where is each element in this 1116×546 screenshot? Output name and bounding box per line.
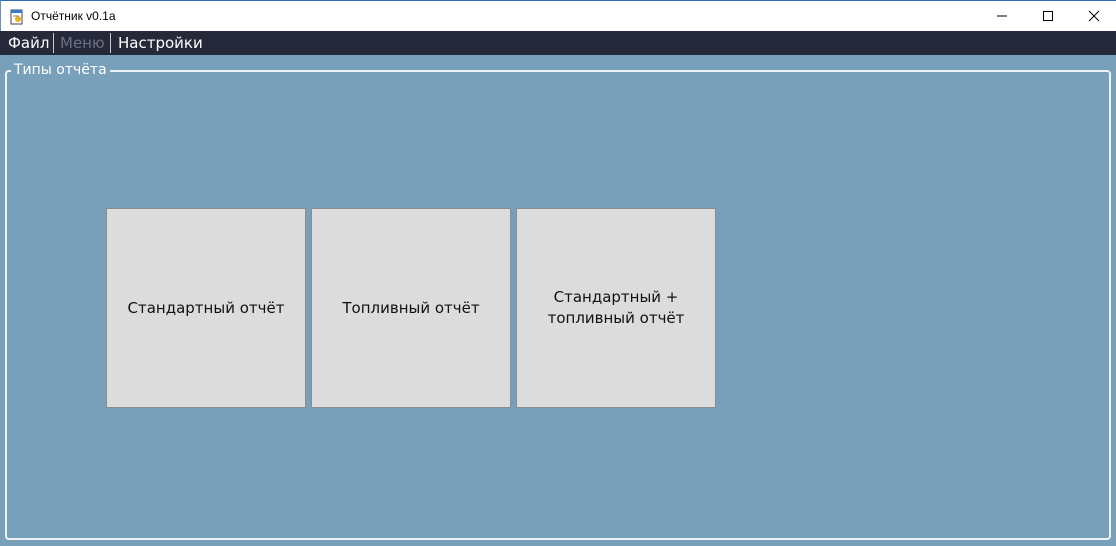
maximize-button[interactable]	[1025, 1, 1071, 31]
menu-settings[interactable]: Настройки	[118, 31, 203, 55]
fuel-report-label: Топливный отчёт	[342, 298, 480, 317]
title-bar[interactable]: Отчётник v0.1a	[0, 0, 1116, 31]
close-icon	[1088, 10, 1100, 22]
menu-separator	[53, 33, 54, 53]
report-types-group-title: Типы отчёта	[11, 62, 110, 78]
standard-report-label: Стандартный отчёт	[127, 298, 285, 317]
minimize-icon	[997, 15, 1007, 17]
standard-fuel-report-button[interactable]: Стандартный + топливный отчёт	[516, 208, 716, 408]
minimize-button[interactable]	[979, 1, 1025, 31]
menu-menu: Меню	[60, 34, 105, 52]
menu-separator	[110, 33, 111, 53]
menu-bar: Файл Меню Настройки	[0, 31, 1116, 55]
menu-file[interactable]: Файл	[8, 31, 49, 55]
notepad-app-icon	[10, 8, 24, 25]
window-title: Отчётник v0.1a	[31, 9, 116, 23]
fuel-report-button[interactable]: Топливный отчёт	[311, 208, 511, 408]
maximize-icon	[1043, 11, 1053, 21]
close-button[interactable]	[1071, 1, 1116, 31]
standard-fuel-report-label: Стандартный + топливный отчёт	[547, 288, 685, 327]
standard-report-button[interactable]: Стандартный отчёт	[106, 208, 306, 408]
